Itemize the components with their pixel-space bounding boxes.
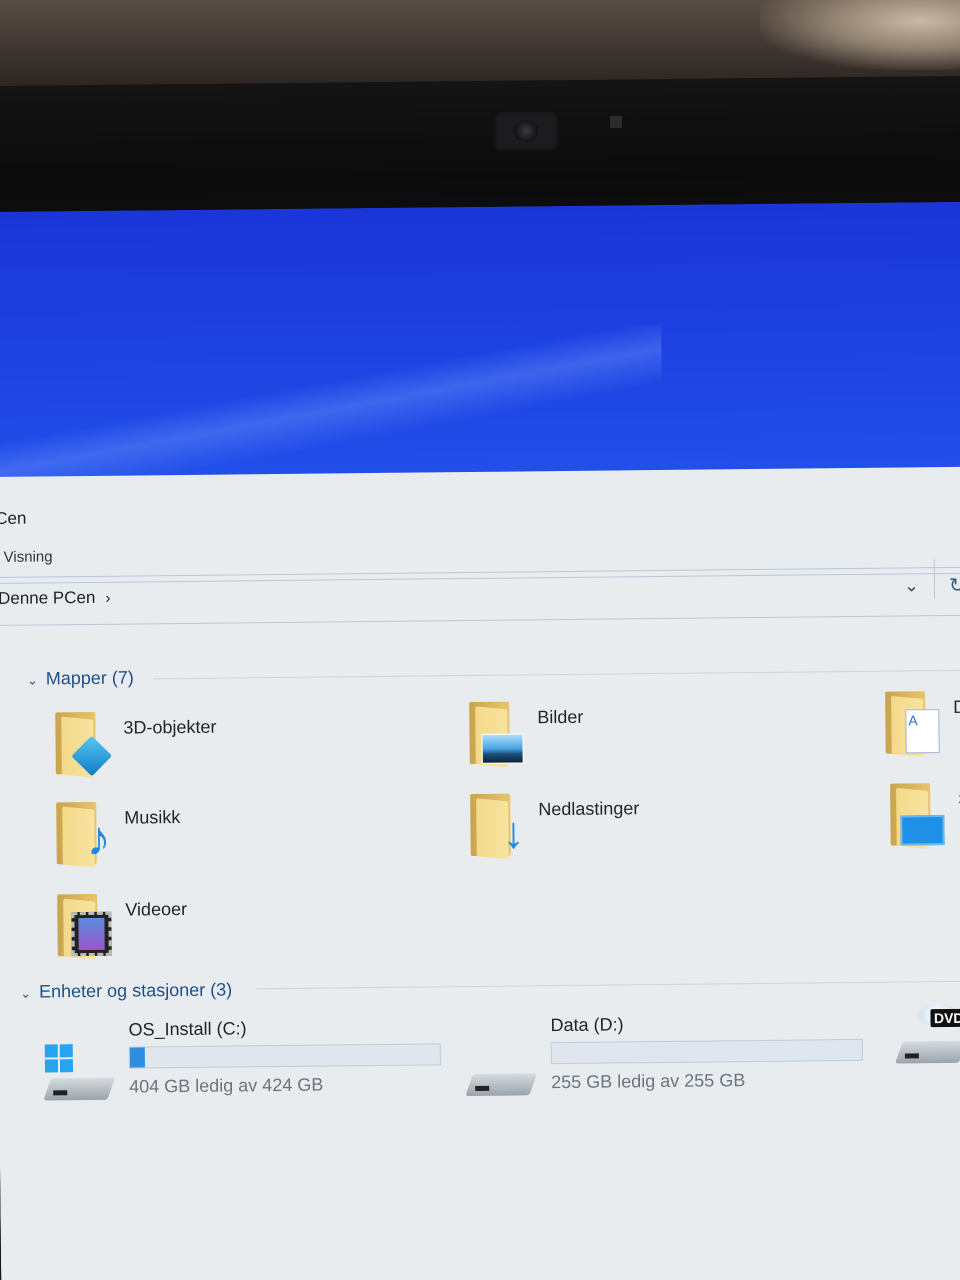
breadcrumb[interactable]: Denne PCen › bbox=[0, 588, 110, 609]
drive-usage-bar bbox=[128, 1043, 441, 1069]
drive-dvd[interactable]: DVD bbox=[894, 1002, 960, 1068]
hard-drive-icon bbox=[465, 1035, 538, 1100]
drive-name: OS_Install (C:) bbox=[128, 1018, 247, 1040]
chevron-down-icon[interactable]: ⌄ bbox=[27, 673, 38, 689]
folder-label: D bbox=[953, 696, 960, 717]
folder-label: Nedlastinger bbox=[538, 798, 640, 820]
windows-drive-icon bbox=[43, 1040, 116, 1105]
folder-downloads[interactable]: ↓ Nedlastinger bbox=[466, 788, 640, 860]
drive-usage-bar bbox=[550, 1038, 863, 1065]
group-divider bbox=[256, 980, 960, 990]
laptop-screen: Cen Visning Denne PCen › ⌄ ↻ ⌄ Mapper (7) … bbox=[0, 201, 960, 1280]
dvd-badge: DVD bbox=[930, 1008, 960, 1028]
ribbon-divider bbox=[0, 566, 960, 578]
pictures-folder-icon bbox=[465, 697, 524, 768]
group-divider bbox=[152, 669, 960, 680]
chevron-right-icon[interactable]: › bbox=[105, 590, 110, 607]
group-header-devices[interactable]: ⌄ Enheter og stasjoner (3) bbox=[20, 980, 232, 1003]
tab-visning[interactable]: Visning bbox=[4, 548, 53, 566]
drive-free-space: 404 GB ledig av 424 GB bbox=[129, 1074, 324, 1097]
address-bar-divider bbox=[0, 614, 960, 626]
sensor-icon bbox=[610, 116, 622, 128]
breadcrumb-this-pc[interactable]: Denne PCen bbox=[0, 588, 95, 608]
videos-folder-icon bbox=[53, 890, 112, 960]
webcam-icon bbox=[493, 110, 559, 152]
desktop-folder-icon bbox=[886, 779, 945, 849]
folder-label: Musikk bbox=[124, 807, 181, 828]
folder-desktop[interactable]: S bbox=[886, 779, 960, 849]
folder-label: 3D-objekter bbox=[123, 716, 217, 738]
downloads-folder-icon: ↓ bbox=[466, 789, 525, 860]
3d-objects-folder-icon bbox=[51, 708, 113, 778]
refresh-icon[interactable]: ↻ bbox=[949, 573, 960, 598]
light-reflection bbox=[760, 0, 960, 70]
group-header-folders[interactable]: ⌄ Mapper (7) bbox=[27, 668, 134, 690]
drive-d[interactable]: Data (D:) 255 GB ledig av 255 GB bbox=[464, 1012, 863, 1100]
ribbon-divider-2 bbox=[0, 572, 960, 584]
drive-usage-fill bbox=[129, 1047, 145, 1068]
desktop-wallpaper bbox=[0, 201, 960, 503]
file-explorer-window: Cen Visning Denne PCen › ⌄ ↻ ⌄ Mapper (7) … bbox=[0, 466, 960, 1280]
folder-music[interactable]: ♪ Musikk bbox=[52, 797, 181, 868]
folder-documents[interactable]: A D bbox=[881, 687, 960, 757]
drive-name: Data (D:) bbox=[550, 1014, 624, 1036]
window-title: Cen bbox=[0, 508, 27, 528]
folder-videos[interactable]: Videoer bbox=[53, 889, 188, 960]
drive-c[interactable]: OS_Install (C:) 404 GB ledig av 424 GB bbox=[42, 1016, 441, 1104]
folder-label: Bilder bbox=[537, 706, 584, 728]
folder-3d-objects[interactable]: 3D-objekter bbox=[51, 707, 217, 778]
folder-label: Videoer bbox=[125, 898, 188, 920]
dvd-drive-icon: DVD bbox=[894, 1002, 960, 1068]
address-separator bbox=[933, 559, 936, 600]
chevron-down-icon[interactable]: ⌄ bbox=[20, 986, 31, 1002]
documents-folder-icon: A bbox=[881, 687, 940, 757]
music-folder-icon: ♪ bbox=[52, 798, 111, 868]
drive-free-space: 255 GB ledig av 255 GB bbox=[551, 1070, 746, 1093]
folder-pictures[interactable]: Bilder bbox=[465, 697, 584, 768]
chevron-down-icon[interactable]: ⌄ bbox=[904, 575, 919, 596]
